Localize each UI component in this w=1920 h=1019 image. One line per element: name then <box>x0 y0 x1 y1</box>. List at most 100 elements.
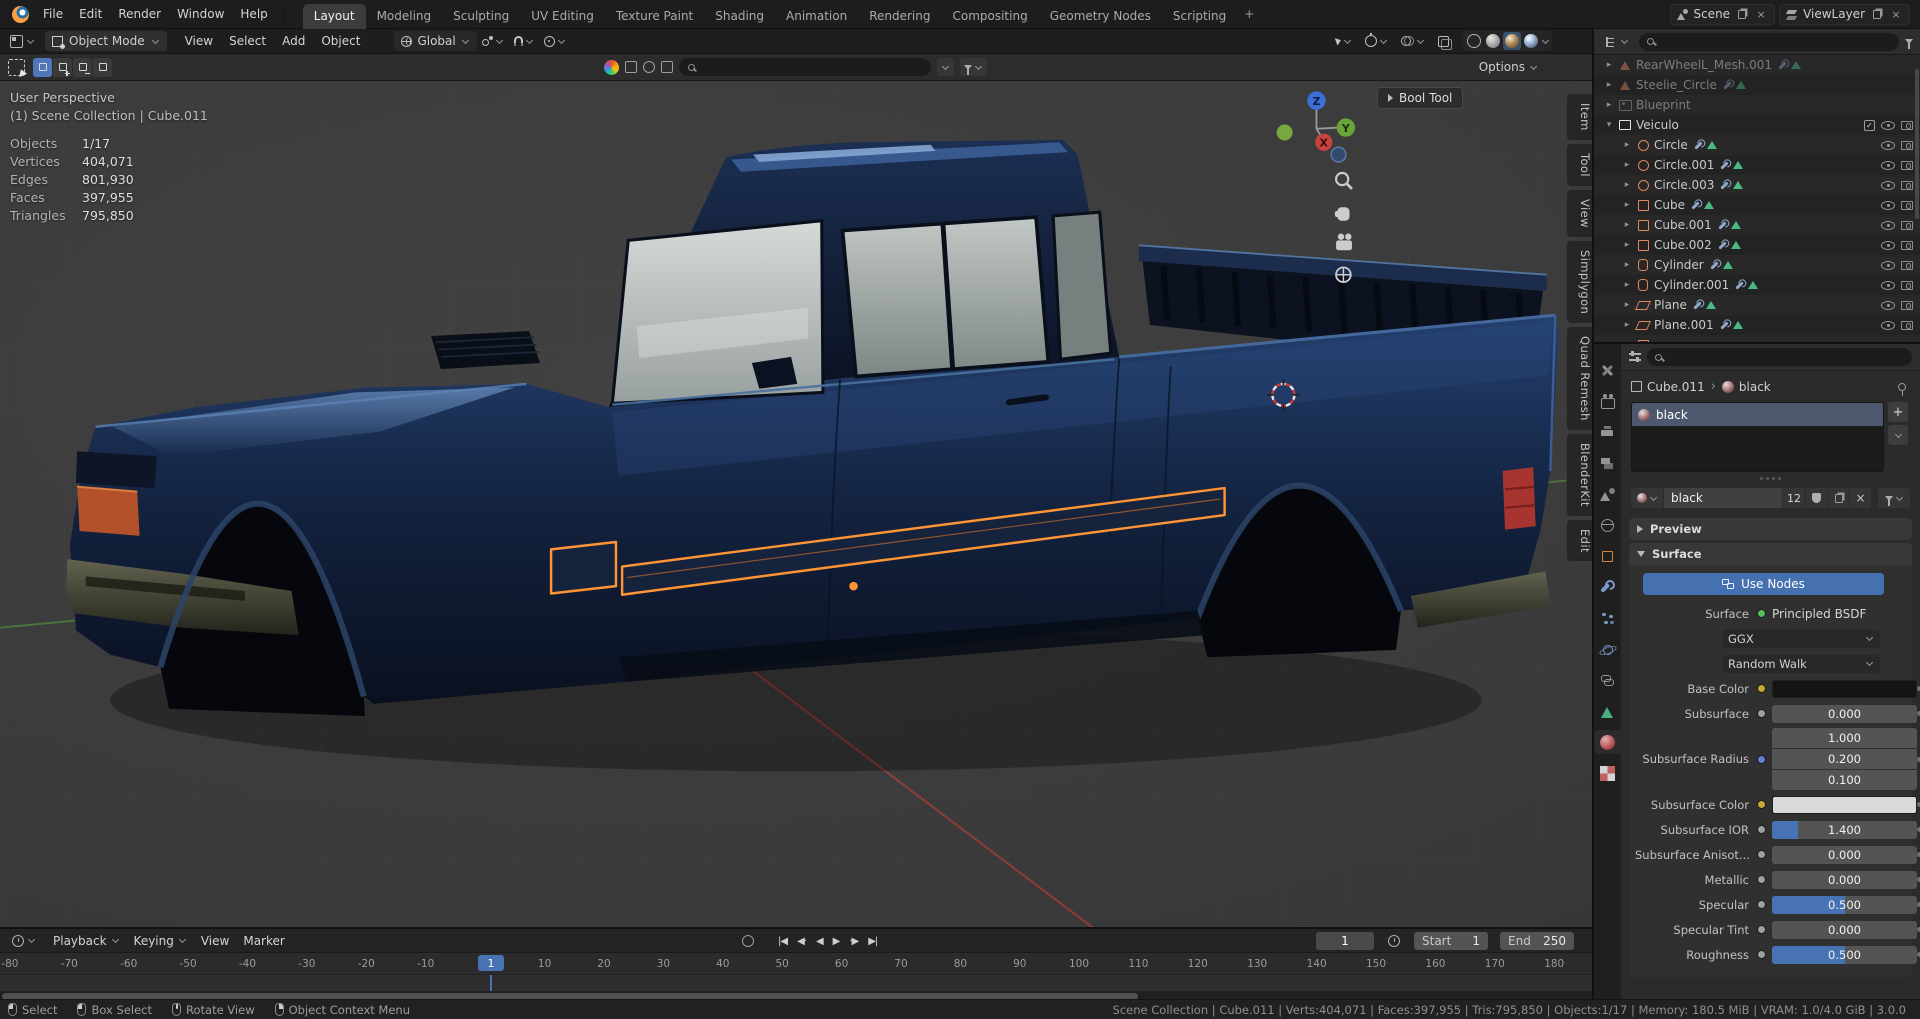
subsurface-anisotropy-slider[interactable]: 0.000 <box>1772 845 1917 864</box>
sidebar-tab[interactable]: View <box>1566 188 1592 238</box>
pivot-point-dropdown[interactable] <box>477 34 509 49</box>
viewport-3d[interactable]: Z Y X User Perspective (1) Scene Collect… <box>0 81 1592 927</box>
workspace-tab[interactable]: Scripting <box>1162 4 1237 29</box>
tab-particles[interactable] <box>1594 606 1621 630</box>
subsurface-color-swatch[interactable] <box>1772 795 1917 814</box>
play-reverse-button[interactable]: ◀ <box>812 934 827 949</box>
overlays-dropdown[interactable] <box>1396 34 1430 48</box>
outliner-item-name[interactable]: Veiculo <box>1636 118 1679 132</box>
frame-end-field[interactable]: End 250 <box>1500 932 1574 950</box>
outliner-item-name[interactable]: Steelie_Circle <box>1636 78 1717 92</box>
solid-shading-button[interactable] <box>1486 34 1500 48</box>
use-preview-range-icon[interactable] <box>1388 935 1400 947</box>
outliner-item-name[interactable]: Cube.001 <box>1654 218 1712 232</box>
topbar-menu-item[interactable]: Window <box>169 3 232 25</box>
pin-icon[interactable] <box>1898 382 1906 396</box>
next-keyframe-button[interactable]: ·▶ <box>845 934 862 949</box>
surface-panel-header[interactable]: Surface <box>1629 543 1912 565</box>
specular-slider[interactable]: 0.500 <box>1772 895 1917 914</box>
breadcrumb-material[interactable]: black <box>1739 380 1771 394</box>
outliner-row[interactable]: ▸ Steelie_Circle <box>1594 75 1920 95</box>
timeline-ruler[interactable]: -80 -70 -60 -50 -40 -30 -20 -10 10 20 30 40 50 60 70 80… <box>0 953 1592 975</box>
sidebar-tab[interactable]: Simplygon <box>1566 239 1592 324</box>
delete-scene-button[interactable]: × <box>1754 7 1768 21</box>
expand-arrow-icon[interactable]: ▸ <box>1622 200 1632 210</box>
outliner-item-name[interactable]: Plane.001 <box>1654 318 1714 332</box>
workspace-tab[interactable]: Shading <box>704 4 775 29</box>
copy-material-button[interactable] <box>1828 488 1849 508</box>
timeline-menu-item[interactable]: Playback <box>46 931 127 951</box>
material-name-field[interactable]: black <box>1664 488 1782 508</box>
material-slot[interactable]: black <box>1632 403 1883 426</box>
select-mode-extend-button[interactable] <box>53 57 72 77</box>
frame-start-field[interactable]: Start 1 <box>1414 932 1488 950</box>
sidebar-tab[interactable]: Tool <box>1566 142 1592 187</box>
selected-fender-trim[interactable] <box>549 540 618 595</box>
preview-panel-header[interactable]: Preview <box>1629 518 1912 540</box>
shading-dropdown[interactable] <box>1541 36 1550 44</box>
blender-logo-icon[interactable] <box>12 5 29 23</box>
disable-render-camera-icon[interactable] <box>1901 260 1913 270</box>
add-workspace-button[interactable]: + <box>1237 2 1261 27</box>
new-scene-button[interactable] <box>1735 7 1749 21</box>
rendered-shading-button[interactable] <box>1524 34 1538 48</box>
properties-search-input[interactable] <box>1647 348 1912 366</box>
hide-eye-icon[interactable] <box>1881 180 1895 190</box>
outliner-row[interactable]: ▸ Circle.003 <box>1594 175 1920 195</box>
disable-render-camera-icon[interactable] <box>1901 160 1913 170</box>
expand-arrow-icon[interactable]: ▸ <box>1622 160 1632 170</box>
snap-dropdown[interactable] <box>509 34 539 48</box>
expand-arrow-icon[interactable]: ▸ <box>1604 100 1614 110</box>
workspace-tab[interactable]: Geometry Nodes <box>1039 4 1162 29</box>
expand-arrow-icon[interactable]: ▸ <box>1622 260 1632 270</box>
hide-eye-icon[interactable] <box>1881 240 1895 250</box>
outliner-scrollbar[interactable] <box>1915 69 1919 219</box>
tab-constraints[interactable] <box>1594 668 1621 692</box>
outliner-row[interactable]: ▸ RearWheelL_Mesh.001 <box>1594 55 1920 75</box>
xray-toggle[interactable] <box>1433 34 1454 50</box>
outliner-item-name[interactable]: Cube.002 <box>1654 238 1712 252</box>
outliner-row[interactable]: ▸ Cylinder <box>1594 255 1920 275</box>
outliner-search-input[interactable] <box>1639 32 1899 51</box>
outliner-row[interactable]: ▸ Circle <box>1594 135 1920 155</box>
transform-orientation-dropdown[interactable]: Global <box>394 31 477 51</box>
current-frame-field[interactable]: 1 <box>1316 932 1374 950</box>
editor-type-button[interactable] <box>6 33 39 50</box>
proportional-editing-dropdown[interactable] <box>539 34 571 49</box>
outliner-row[interactable]: ▸ Cube.002 <box>1594 235 1920 255</box>
distribution-dropdown[interactable]: GGX <box>1722 629 1880 648</box>
outliner-item-name[interactable]: Circle.003 <box>1654 178 1714 192</box>
workspace-tab[interactable]: Texture Paint <box>605 4 704 29</box>
prev-keyframe-button[interactable]: ◀· <box>793 934 810 949</box>
use-nodes-button[interactable]: Use Nodes <box>1643 573 1884 595</box>
viewport-menu-item[interactable]: Object <box>313 31 368 51</box>
browse-material-button[interactable] <box>1631 488 1663 508</box>
tab-world[interactable] <box>1594 513 1621 537</box>
outliner-item-name[interactable]: Circle.001 <box>1654 158 1714 172</box>
tab-object-data[interactable] <box>1594 699 1621 723</box>
timeline-editor-type-button[interactable] <box>8 933 40 949</box>
hide-eye-icon[interactable] <box>1881 220 1895 230</box>
ortho-toggle-icon[interactable] <box>1335 266 1352 283</box>
topbar-menu-item[interactable]: Help <box>232 3 275 25</box>
subsurface-ior-slider[interactable]: 1.400 <box>1772 820 1917 839</box>
unlink-material-button[interactable]: × <box>1850 488 1871 508</box>
workspace-tab[interactable]: Rendering <box>858 4 941 29</box>
outliner-item-name[interactable]: Cube <box>1654 198 1685 212</box>
material-preview-shading-button[interactable] <box>1505 34 1519 48</box>
timeline-track-area[interactable] <box>0 975 1592 1001</box>
timeline-menu-item[interactable]: Keying <box>127 931 194 951</box>
outliner-item-name[interactable]: Plane <box>1654 298 1687 312</box>
tab-texture[interactable] <box>1594 761 1621 785</box>
outliner-filter-icon[interactable] <box>1905 39 1913 49</box>
expand-arrow-icon[interactable]: ▸ <box>1604 80 1614 90</box>
outliner-item-name[interactable]: RearWheelL_Mesh.001 <box>1636 58 1772 72</box>
material-category-icon[interactable] <box>642 61 655 73</box>
disable-render-camera-icon[interactable] <box>1901 180 1913 190</box>
tab-tool[interactable] <box>1594 358 1621 382</box>
tab-scene[interactable] <box>1594 482 1621 506</box>
gizmo-axis-ball[interactable] <box>1330 146 1347 163</box>
expand-arrow-icon[interactable]: ▾ <box>1604 120 1614 130</box>
tab-object[interactable] <box>1594 544 1621 568</box>
disable-render-camera-icon[interactable] <box>1901 240 1913 250</box>
